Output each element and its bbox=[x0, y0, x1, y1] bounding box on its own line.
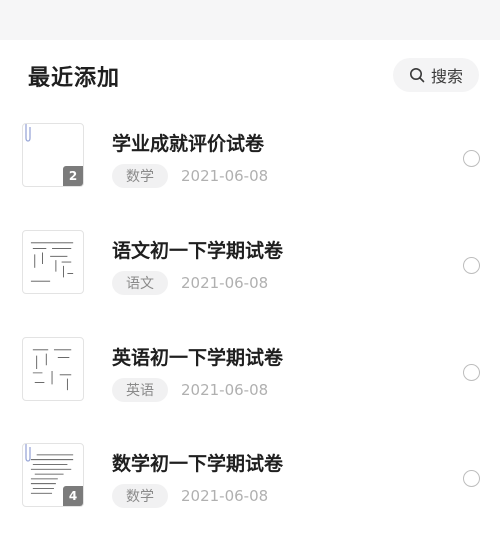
select-radio[interactable] bbox=[463, 470, 480, 487]
item-date: 2021-06-08 bbox=[181, 274, 269, 292]
list-item[interactable]: 4 数学初一下学期试卷 数学 2021-06-08 bbox=[0, 443, 500, 543]
item-date: 2021-06-08 bbox=[181, 487, 269, 505]
list-item[interactable]: 语文初一下学期试卷 语文 2021-06-08 bbox=[0, 230, 500, 330]
subject-tag: 数学 bbox=[112, 484, 168, 508]
item-title: 数学初一下学期试卷 bbox=[112, 453, 284, 475]
item-date: 2021-06-08 bbox=[181, 381, 269, 399]
item-title: 英语初一下学期试卷 bbox=[112, 347, 284, 369]
item-title: 学业成就评价试卷 bbox=[112, 133, 265, 155]
search-icon bbox=[409, 67, 425, 83]
document-preview bbox=[30, 242, 74, 282]
document-thumbnail bbox=[22, 337, 84, 401]
item-title: 语文初一下学期试卷 bbox=[112, 240, 284, 262]
page-count-badge: 2 bbox=[63, 166, 83, 186]
list-item[interactable]: 英语初一下学期试卷 英语 2021-06-08 bbox=[0, 337, 500, 437]
select-radio[interactable] bbox=[463, 364, 480, 381]
subject-tag: 英语 bbox=[112, 378, 168, 402]
subject-tag: 数学 bbox=[112, 164, 168, 188]
item-date: 2021-06-08 bbox=[181, 167, 269, 185]
subject-tag: 语文 bbox=[112, 271, 168, 295]
select-radio[interactable] bbox=[463, 257, 480, 274]
select-radio[interactable] bbox=[463, 150, 480, 167]
document-thumbnail: 2 bbox=[22, 123, 84, 187]
document-thumbnail: 4 bbox=[22, 443, 84, 507]
search-button[interactable]: 搜索 bbox=[393, 58, 479, 92]
search-label: 搜索 bbox=[430, 67, 463, 86]
document-thumbnail bbox=[22, 230, 84, 294]
section-title: 最近添加 bbox=[28, 66, 121, 91]
page-count-badge: 4 bbox=[63, 486, 83, 506]
document-preview bbox=[32, 349, 72, 391]
paperclip-icon bbox=[25, 124, 31, 142]
list-item[interactable]: 2 学业成就评价试卷 数学 2021-06-08 bbox=[0, 123, 500, 223]
top-strip bbox=[0, 0, 500, 40]
